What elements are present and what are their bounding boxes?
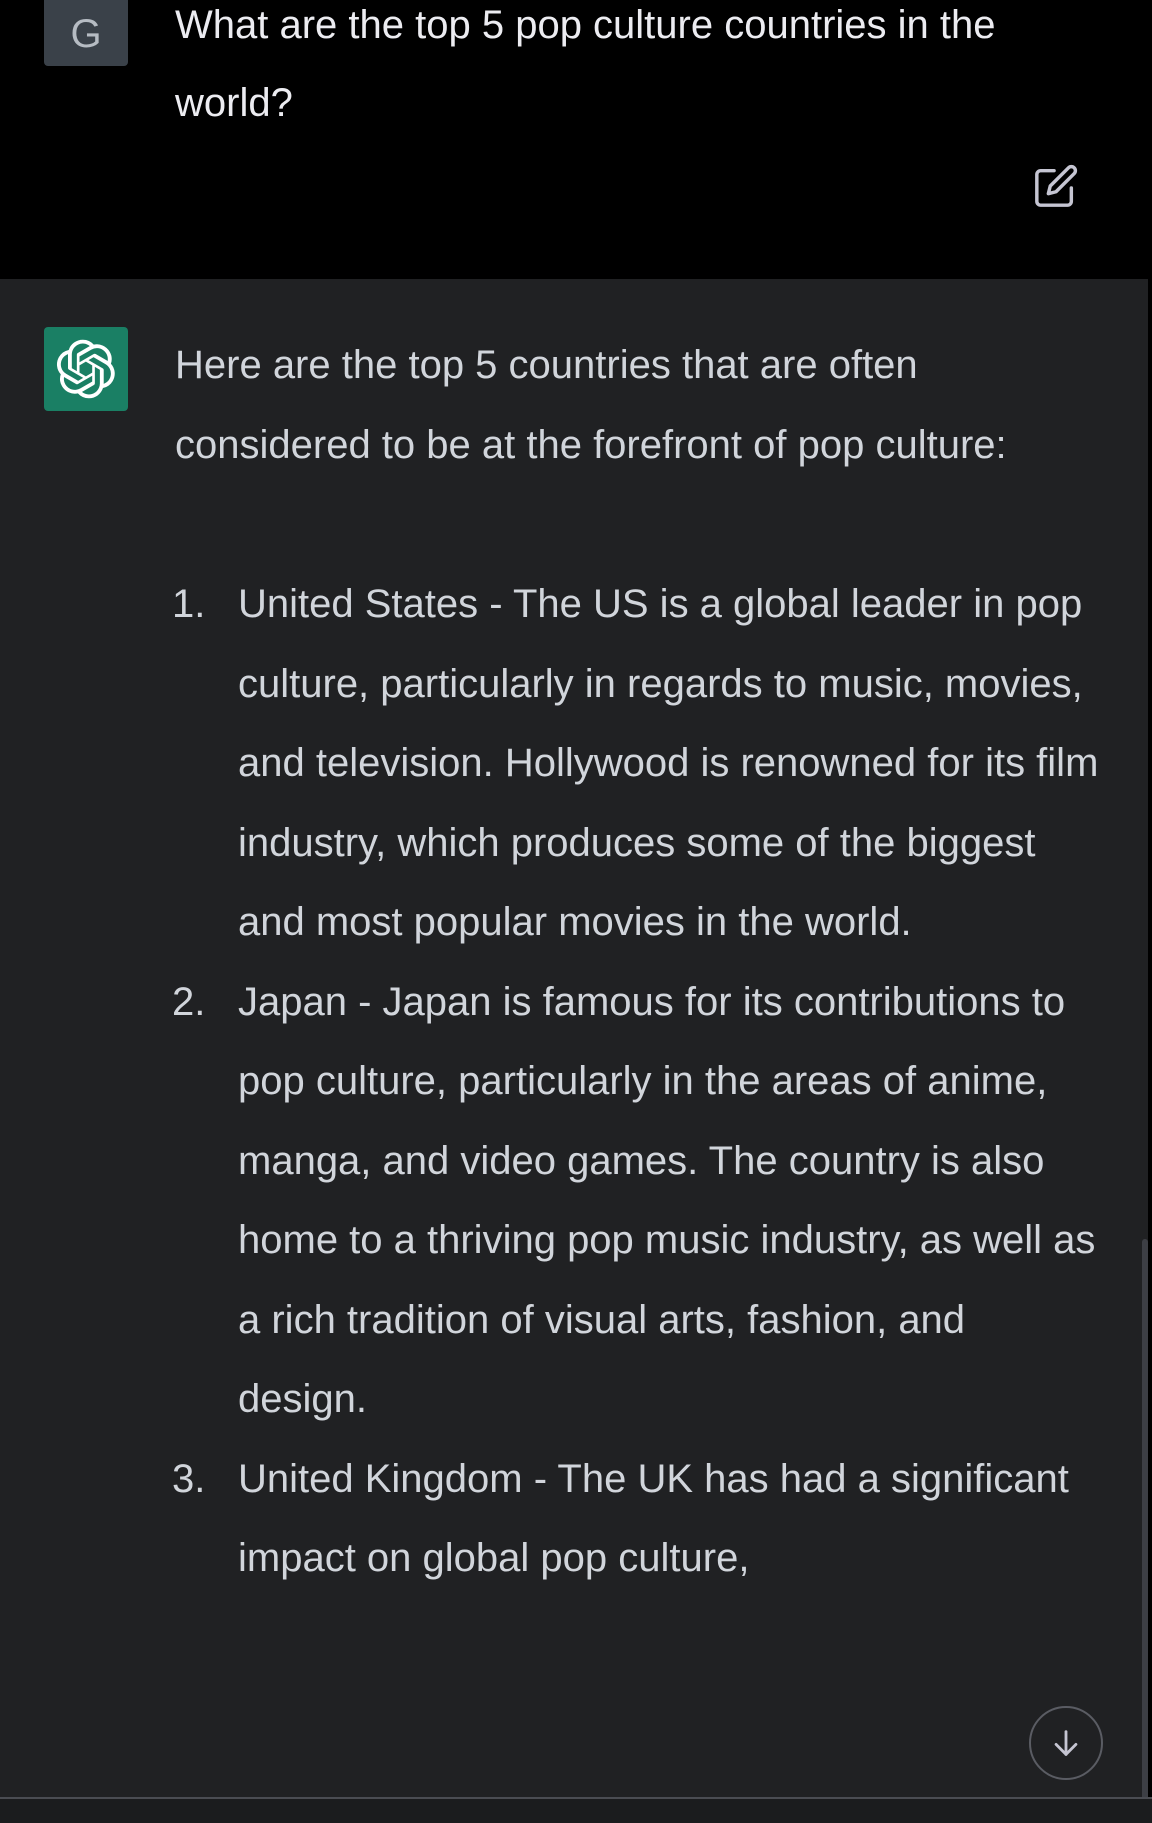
list-item-number: 1.	[172, 582, 206, 626]
openai-logo-icon	[44, 327, 128, 411]
assistant-message-block: Here are the top 5 countries that are of…	[0, 279, 1148, 1823]
list-item-number: 3.	[172, 1456, 206, 1501]
user-avatar: G	[44, 0, 128, 66]
list-item-text: Japan - Japan is famous for its contribu…	[238, 979, 1096, 1422]
scrollbar[interactable]	[1142, 1239, 1148, 1823]
list-item-text: United Kingdom - The UK has had a signif…	[238, 1456, 1069, 1581]
list-item: 2. Japan - Japan is famous for its contr…	[172, 963, 1105, 1440]
assistant-message-text: Here are the top 5 countries that are of…	[172, 326, 1105, 1599]
country-list: 1. United States - The US is a global le…	[172, 565, 1105, 1599]
list-item: 1. United States - The US is a global le…	[172, 565, 1105, 963]
list-item: 3. United Kingdom - The UK has had a sig…	[172, 1440, 1105, 1599]
user-message-block: G What are the top 5 pop culture countri…	[0, 0, 1152, 279]
list-item-number: 2.	[172, 979, 206, 1024]
edit-icon[interactable]	[1033, 163, 1079, 209]
list-item-text: United States - The US is a global leade…	[238, 582, 1099, 944]
user-avatar-letter: G	[70, 11, 102, 56]
input-area-edge	[0, 1799, 1152, 1823]
scroll-to-bottom-button[interactable]	[1029, 1706, 1103, 1780]
user-message-text: What are the top 5 pop culture countries…	[175, 3, 996, 125]
assistant-intro: Here are the top 5 countries that are of…	[175, 343, 1007, 467]
arrow-down-icon	[1054, 1730, 1078, 1756]
